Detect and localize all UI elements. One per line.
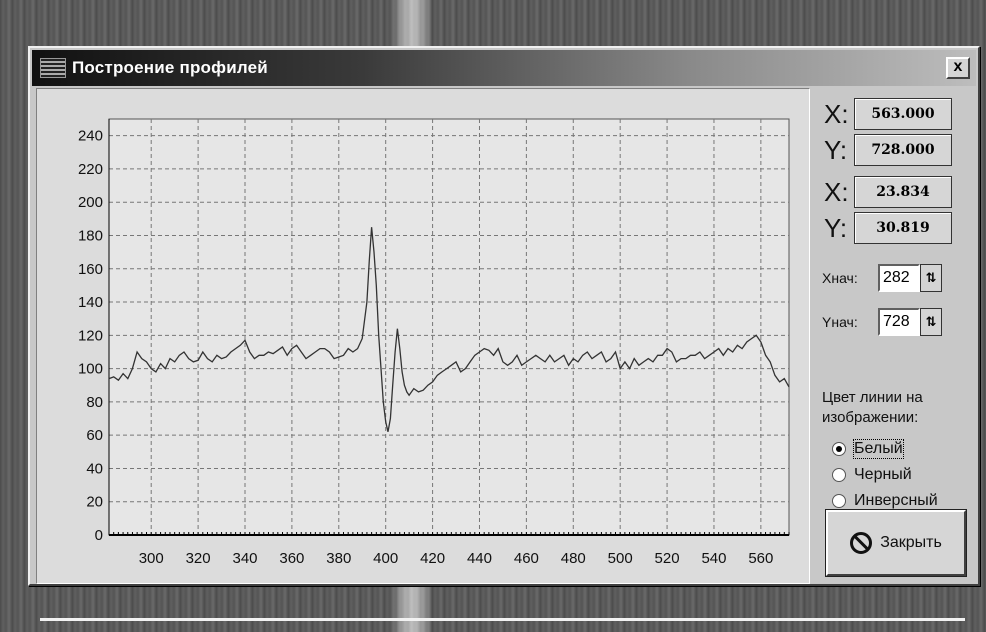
y-tick-label: 20 <box>86 494 103 511</box>
y-tick-label: 80 <box>86 394 103 411</box>
start-x-input[interactable] <box>878 264 920 292</box>
coord-y-label: Y: <box>824 134 848 165</box>
spin-arrows-icon[interactable]: ⇅ <box>920 308 942 336</box>
y-tick-label: 0 <box>95 527 103 544</box>
spin-arrows-icon[interactable]: ⇅ <box>920 264 942 292</box>
coord-y-value: 728.000 <box>854 134 952 166</box>
x-tick-label: 440 <box>467 550 492 567</box>
profile-app-icon <box>40 58 66 78</box>
coord-row-x1: X: 563.000 <box>824 96 952 132</box>
radio-white[interactable]: Белый <box>832 439 904 459</box>
x-tick-label: 300 <box>139 550 164 567</box>
y-tick-label: 100 <box>78 361 103 378</box>
y-tick-label: 180 <box>78 227 103 244</box>
no-entry-icon <box>850 532 873 554</box>
y-tick-label: 200 <box>78 194 103 211</box>
cursor-x-value: 23.834 <box>854 176 952 208</box>
y-tick-label: 60 <box>86 427 103 444</box>
coord-row-y1: Y: 728.000 <box>824 132 952 168</box>
cursor-y-label: Y: <box>824 212 848 243</box>
y-tick-label: 160 <box>78 261 103 278</box>
start-y-row: Yнач: ⇅ <box>822 308 942 336</box>
profile-chart-svg: 0 20 40 60 80 100 120 140 160 180 200 220 240 300 320 3… <box>78 118 790 567</box>
image-profile-line <box>40 618 965 621</box>
x-tick-label: 560 <box>748 550 773 567</box>
x-tick-label: 340 <box>232 550 257 567</box>
x-tick-label: 500 <box>608 550 633 567</box>
radio-white-button[interactable] <box>832 442 846 456</box>
coord-row-y2: Y: 30.819 <box>824 210 952 246</box>
radio-black-label: Черный <box>854 466 912 483</box>
close-button[interactable]: Закрыть <box>826 510 966 576</box>
y-tick-label: 240 <box>78 128 103 145</box>
radio-inverse[interactable]: Инверсный <box>832 492 938 510</box>
x-tick-label: 460 <box>514 550 539 567</box>
x-tick-label: 480 <box>561 550 586 567</box>
cursor-x-label: X: <box>824 176 849 207</box>
plot-area <box>108 118 790 536</box>
radio-inverse-label: Инверсный <box>854 492 938 509</box>
y-tick-label: 40 <box>86 460 103 477</box>
x-tick-label: 360 <box>279 550 304 567</box>
x-tick-label: 400 <box>373 550 398 567</box>
close-button-label: Закрыть <box>880 534 942 551</box>
radio-inverse-button[interactable] <box>832 494 846 508</box>
x-tick-label: 420 <box>420 550 445 567</box>
x-tick-label: 320 <box>186 550 211 567</box>
start-y-input[interactable] <box>878 308 920 336</box>
line-color-label: Цвет линии на изображении: <box>822 389 923 426</box>
control-panel: X: 563.000 Y: 728.000 X: 23.834 Y: 30.81… <box>812 88 976 584</box>
radio-black-button[interactable] <box>832 468 846 482</box>
y-tick-label: 120 <box>78 327 103 344</box>
x-tick-label: 520 <box>655 550 680 567</box>
coord-x-label: X: <box>824 98 849 129</box>
start-x-row: Xнач: ⇅ <box>822 264 942 292</box>
window-title: Построение профилей <box>72 58 268 77</box>
title-bar[interactable]: Построение профилей x <box>32 50 976 86</box>
x-tick-label: 380 <box>326 550 351 567</box>
y-tick-label: 220 <box>78 161 103 178</box>
start-y-label: Yнач: <box>822 314 858 330</box>
profile-window: Построение профилей x 0 20 40 60 80 100 120 140… <box>28 46 980 586</box>
coord-row-x2: X: 23.834 <box>824 174 952 210</box>
profile-chart: 0 20 40 60 80 100 120 140 160 180 200 220 240 300 320 3… <box>36 88 810 584</box>
cursor-y-value: 30.819 <box>854 212 952 244</box>
close-icon[interactable]: x <box>946 57 970 79</box>
radio-white-label: Белый <box>853 439 904 459</box>
y-tick-label: 140 <box>78 294 103 311</box>
x-tick-label: 540 <box>701 550 726 567</box>
radio-black[interactable]: Черный <box>832 466 912 484</box>
coord-x-value: 563.000 <box>854 98 952 130</box>
start-x-label: Xнач: <box>822 270 858 286</box>
